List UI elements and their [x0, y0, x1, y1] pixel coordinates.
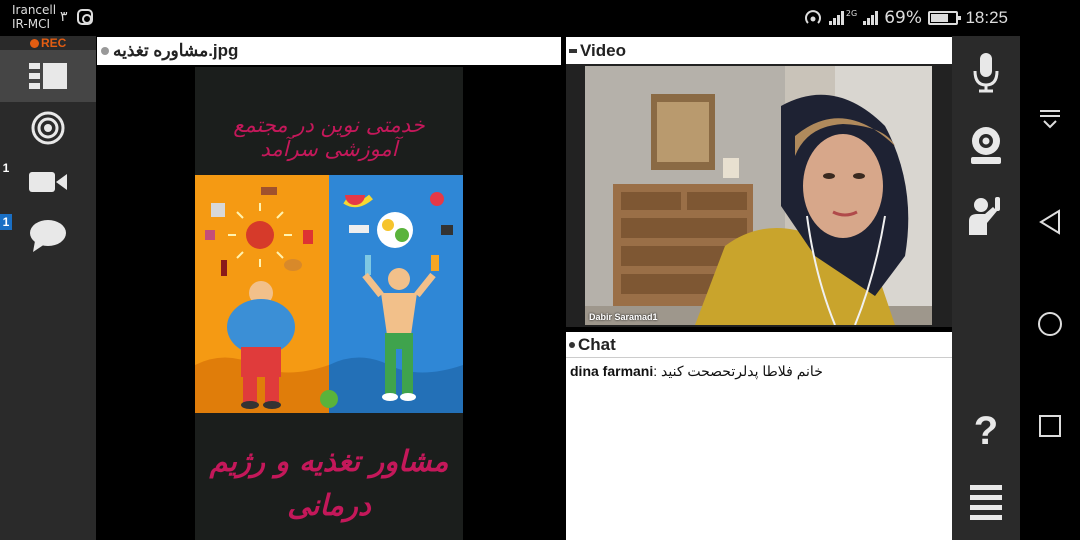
recents-button[interactable] [1020, 404, 1080, 448]
android-nav-bar [1020, 36, 1080, 540]
rec-dot-icon [30, 38, 39, 48]
video-title: Video [580, 40, 626, 60]
microphone-button[interactable] [952, 48, 1020, 98]
broadcast-button[interactable] [0, 102, 96, 154]
chat-panel: Chat dina farmani: خانم فلاطا پدلرتحصحت … [566, 332, 952, 540]
presentation-filename: مشاوره تغذیه.jpg [113, 41, 239, 60]
home-button[interactable] [1020, 302, 1080, 346]
nutrition-illustration [195, 175, 463, 413]
presentation-header: مشاوره تغذیه.jpg [97, 37, 561, 65]
status-bar: Irancell IR-MCI ۳ 2G 69% 18:25 [0, 0, 1080, 36]
participant-name: Dabir Saramad1 [589, 312, 658, 322]
clock: 18:25 [965, 8, 1008, 27]
webcam-icon [971, 127, 1001, 164]
poster-bottom-text: مشاور تغذیه و رژیم درمانی [209, 444, 449, 522]
left-sidebar: REC 1 1 [0, 36, 96, 540]
signal-1-icon [828, 11, 844, 25]
raise-hand-icon [969, 197, 1000, 235]
notification-shade-icon [1040, 110, 1060, 129]
camera-icon [29, 172, 67, 192]
notification-shade-button[interactable] [1020, 98, 1080, 142]
recording-indicator: REC [30, 36, 66, 50]
webcam-scene-image [585, 66, 932, 325]
video-header-icon [569, 48, 577, 53]
chat-header-icon [569, 341, 575, 348]
presentation-panel: مشاوره تغذیه.jpg خدمتی نوین در مجتمع آمو… [97, 37, 561, 540]
layout-button[interactable] [0, 50, 96, 102]
video-header: Video [566, 37, 952, 64]
camera-button[interactable] [0, 156, 96, 208]
battery-icon [928, 11, 961, 25]
carrier-line1: Irancell [12, 3, 57, 17]
signal-2-icon [863, 11, 879, 25]
broadcast-icon [31, 111, 65, 145]
hotspot-icon [804, 10, 821, 24]
presentation-status-dot [101, 47, 109, 55]
network-type-label: 2G [845, 8, 858, 18]
menu-button[interactable] [952, 478, 1020, 528]
chat-bubble-icon [30, 220, 66, 252]
chat-message-text: خانم فلاطا پدلرتحصحت کنید [661, 363, 823, 379]
chat-message-separator: : [653, 363, 662, 379]
raise-hand-button[interactable] [952, 190, 1020, 240]
poster-top-text: خدمتی نوین در مجتمع آموزشی سرآمد [233, 113, 425, 161]
chat-message: dina farmani: خانم فلاطا پدلرتحصحت کنید [570, 363, 823, 380]
webcam-video[interactable]: Dabir Saramad1 [585, 66, 932, 325]
carrier-line2: IR-MCI [12, 17, 50, 31]
right-toolbar: ? [952, 36, 1020, 540]
battery-percent: 69% [884, 8, 922, 28]
chat-header: Chat [566, 332, 952, 358]
instagram-notification-icon [77, 9, 93, 25]
layout-icon [29, 63, 67, 89]
presentation-slide: خدمتی نوین در مجتمع آموزشی سرآمد مشاور ت… [195, 67, 463, 540]
microphone-icon [973, 53, 999, 93]
help-button[interactable]: ? [952, 406, 1020, 456]
chat-toggle-button[interactable] [0, 210, 96, 262]
carrier-label: Irancell IR-MCI [12, 3, 56, 31]
notification-digit: ۳ [60, 9, 68, 25]
menu-icon [970, 485, 1002, 520]
home-icon [1038, 312, 1062, 336]
video-panel: Video Dabir Saramad1 [566, 37, 952, 327]
chat-message-author: dina farmani [570, 363, 654, 379]
recents-icon [1039, 415, 1061, 437]
back-icon [1039, 209, 1060, 235]
webcam-toggle-button[interactable] [952, 120, 1020, 170]
rec-label: REC [41, 36, 67, 50]
status-icons: 2G 69% [803, 8, 961, 28]
chat-title: Chat [578, 334, 616, 354]
back-button[interactable] [1020, 200, 1080, 244]
